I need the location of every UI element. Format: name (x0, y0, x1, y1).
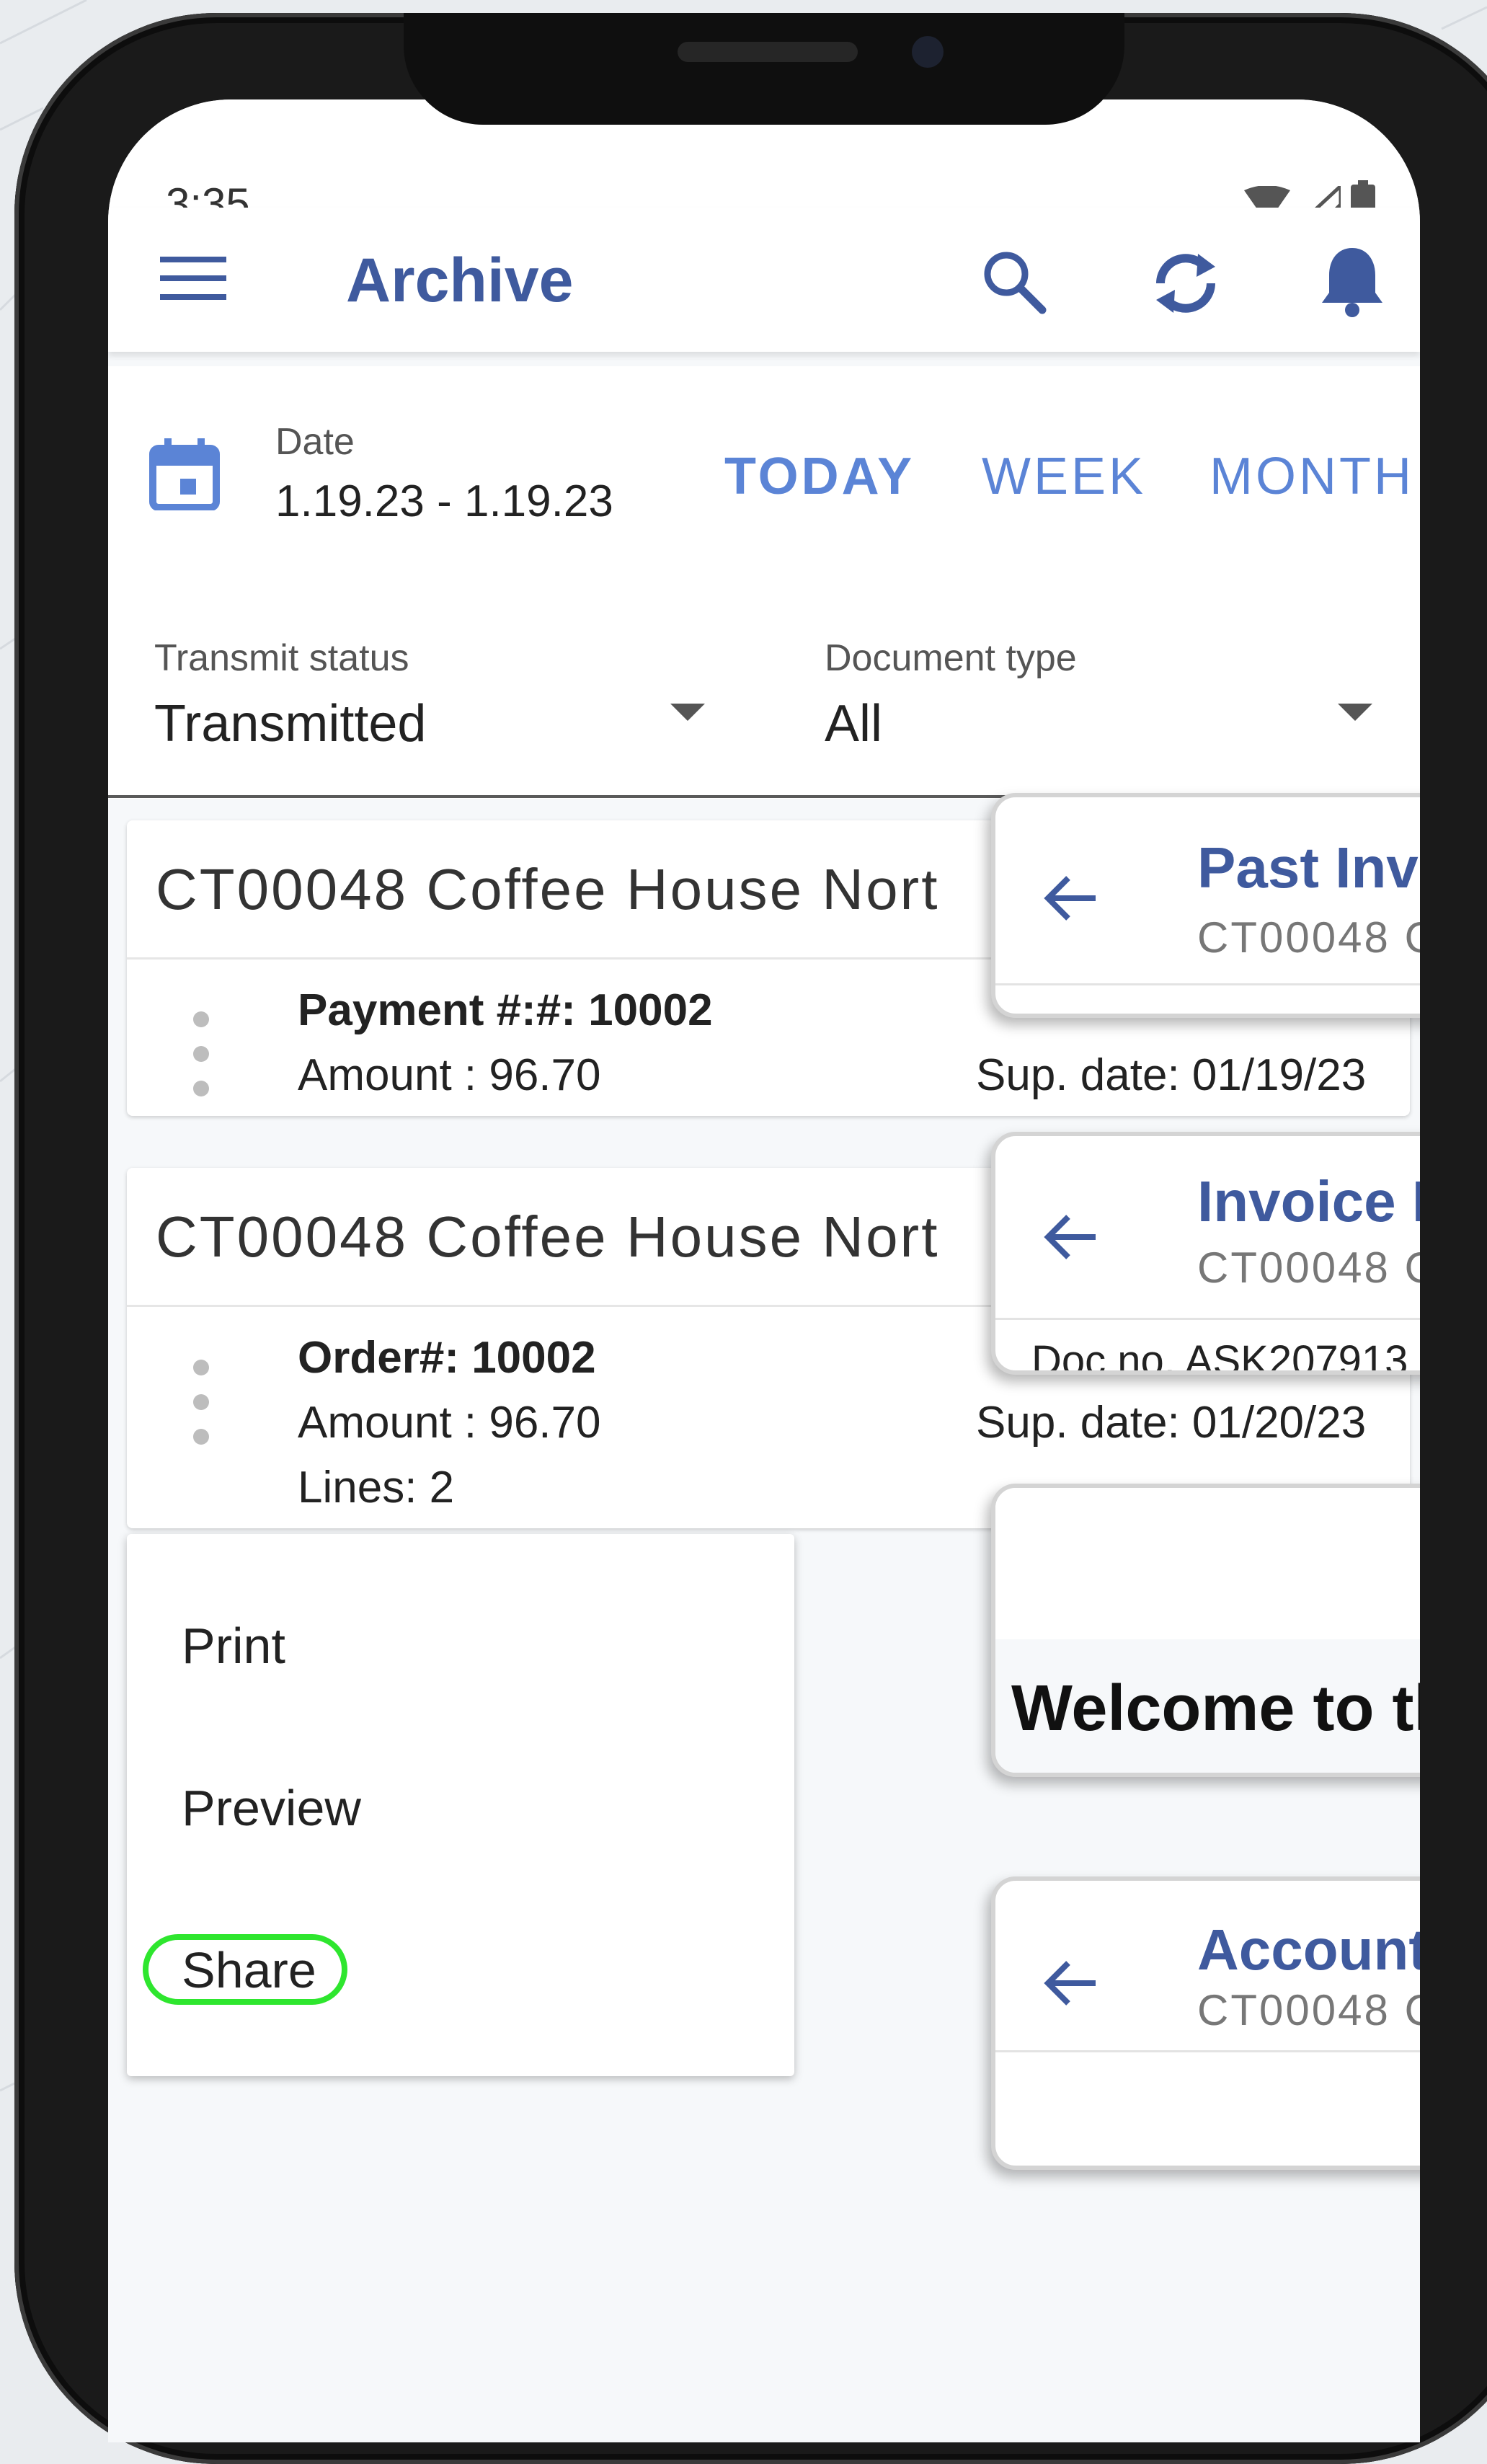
card-sup-date: Sup. date: 01/19/23 (976, 1050, 1367, 1100)
back-arrow-icon[interactable] (1042, 1208, 1100, 1266)
back-arrow-icon[interactable] (1042, 1954, 1100, 2012)
divider (995, 983, 1420, 985)
filter-panel: Date 1.19.23 - 1.19.23 TODAY WEEK MONTH … (108, 366, 1420, 799)
front-camera (912, 36, 944, 68)
menu-item-preview[interactable]: Preview (182, 1779, 361, 1837)
transmit-status-dropdown-icon[interactable] (670, 704, 705, 721)
tab-month[interactable]: MONTH (1209, 447, 1414, 506)
panel-header (995, 1488, 1420, 1639)
account-screen-preview: Account R CT00048 Coffe (991, 1876, 1420, 2170)
transmit-status-label: Transmit status (154, 637, 409, 679)
panel-subtitle: CT00048 Co (1197, 1244, 1420, 1292)
menu-item-print[interactable]: Print (182, 1617, 285, 1675)
menu-icon[interactable] (160, 245, 226, 311)
app-bar: Archive (108, 208, 1420, 352)
more-options-icon[interactable] (193, 1011, 210, 1115)
speaker-grille (678, 42, 858, 62)
welcome-heading: Welcome to the (1011, 1672, 1420, 1745)
card-sup-date: Sup. date: 01/20/23 (976, 1398, 1367, 1448)
page-title: Archive (346, 246, 574, 315)
phone-screen: 3:35 Archive Date 1.19.23 - 1.19.23 TODA… (108, 99, 1420, 2442)
phone-frame: 3:35 Archive Date 1.19.23 - 1.19.23 TODA… (14, 13, 1487, 2464)
invoice-details-screen-preview: Invoice De CT00048 Co Doc no. ASK207913 (991, 1132, 1420, 1375)
sync-icon[interactable] (1146, 244, 1225, 323)
menu-item-share[interactable]: Share (182, 1941, 316, 1999)
transmit-status-select[interactable]: Transmitted (154, 694, 426, 753)
document-type-label: Document type (825, 637, 1077, 679)
tab-week[interactable]: WEEK (982, 447, 1146, 506)
divider (995, 1318, 1420, 1320)
document-type-dropdown-icon[interactable] (1338, 704, 1372, 721)
welcome-screen-preview: Welcome to the (991, 1484, 1420, 1777)
panel-subtitle: CT00048 Coffe (1197, 1986, 1420, 2034)
panel-title: Invoice De (1197, 1169, 1420, 1233)
divider (995, 2050, 1420, 2052)
phone-notch (404, 13, 1124, 125)
card-document-number: Order#: 10002 (298, 1333, 596, 1383)
context-menu: Print Preview Share (127, 1534, 794, 2076)
date-label: Date (275, 421, 355, 463)
tab-today[interactable]: TODAY (724, 447, 915, 506)
bell-icon[interactable] (1319, 245, 1385, 317)
date-range-value[interactable]: 1.19.23 - 1.19.23 (275, 476, 613, 527)
card-amount: Amount : 96.70 (298, 1050, 601, 1100)
card-lines: Lines: 2 (298, 1463, 455, 1512)
card-document-number: Payment #:#: 10002 (298, 985, 713, 1035)
past-invoices-screen-preview: Past Invoic CT00048 Co (991, 793, 1420, 1018)
back-arrow-icon[interactable] (1042, 869, 1100, 927)
document-type-select[interactable]: All (825, 694, 882, 753)
card-title: CT00048 Coffee House Nort (156, 1205, 940, 1269)
calendar-icon[interactable] (148, 438, 221, 510)
panel-doc-number: Doc no. ASK207913 (1031, 1337, 1408, 1375)
panel-title: Past Invoic (1197, 836, 1420, 900)
panel-subtitle: CT00048 Co (1197, 913, 1420, 962)
panel-title: Account R (1197, 1918, 1420, 1982)
card-amount: Amount : 96.70 (298, 1398, 601, 1448)
more-options-icon[interactable] (193, 1360, 210, 1463)
search-icon[interactable] (980, 248, 1047, 314)
card-title: CT00048 Coffee House Nort (156, 857, 940, 921)
